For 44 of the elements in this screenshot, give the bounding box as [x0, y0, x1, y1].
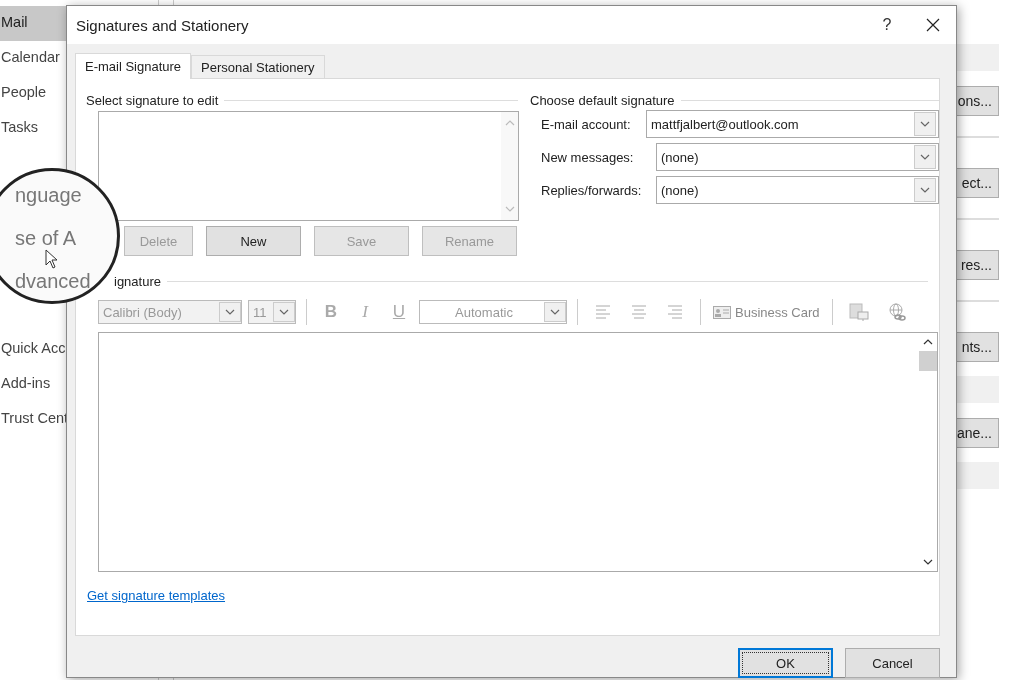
dialog-title: Signatures and Stationery [76, 16, 250, 34]
chevron-down-icon [279, 309, 289, 315]
chevron-down-icon [920, 154, 930, 160]
chevron-up-icon [504, 120, 515, 126]
help-button[interactable]: ? [864, 6, 910, 44]
dropdown-value: (none) [661, 182, 700, 198]
dropdown-value: (none) [661, 149, 700, 165]
chevron-down-icon [923, 559, 933, 565]
globe-link-icon [886, 302, 907, 322]
group-label: Select signature to edit [86, 92, 219, 108]
magnified-text: dvanced [15, 269, 91, 293]
align-right-icon [666, 303, 684, 321]
ok-button[interactable]: OK [738, 648, 833, 678]
picture-icon [848, 302, 869, 322]
dropdown[interactable]: (none) [656, 143, 939, 171]
close-icon [926, 18, 940, 32]
contact-card-icon [713, 305, 731, 319]
chevron-up-icon [923, 339, 933, 345]
dropdown-value: mattfjalbert@outlook.com [651, 116, 800, 132]
magnified-text: se of A [15, 226, 77, 250]
group-label: ignature [114, 273, 161, 289]
dropdown[interactable]: (none) [656, 176, 939, 204]
cursor-icon [45, 249, 59, 269]
field-label: New messages: [541, 149, 635, 165]
field-label: E-mail account: [541, 116, 632, 132]
dialog-button[interactable]: New [206, 226, 301, 256]
tab[interactable]: E-mail Signature [75, 53, 192, 79]
scrollbar-thumb[interactable] [919, 351, 937, 371]
templates-link[interactable]: Get signature templates [87, 588, 226, 603]
field-label: Replies/forwards: [541, 182, 643, 198]
align-center-icon [630, 303, 648, 321]
tab[interactable]: Personal Stationery [191, 55, 325, 78]
group-label: Choose default signature [530, 92, 675, 108]
chevron-down-icon [920, 121, 930, 127]
chevron-down-icon [920, 187, 930, 193]
signature-editor[interactable] [98, 332, 938, 572]
chevron-down-icon [225, 309, 235, 315]
dropdown[interactable]: mattfjalbert@outlook.com [646, 110, 939, 138]
cancel-button[interactable]: Cancel [845, 648, 940, 678]
chevron-down-icon [504, 206, 515, 212]
signature-list[interactable] [98, 111, 519, 221]
chevron-down-icon [550, 309, 560, 315]
align-left-icon [594, 303, 612, 321]
magnified-text: nguage [15, 183, 82, 207]
